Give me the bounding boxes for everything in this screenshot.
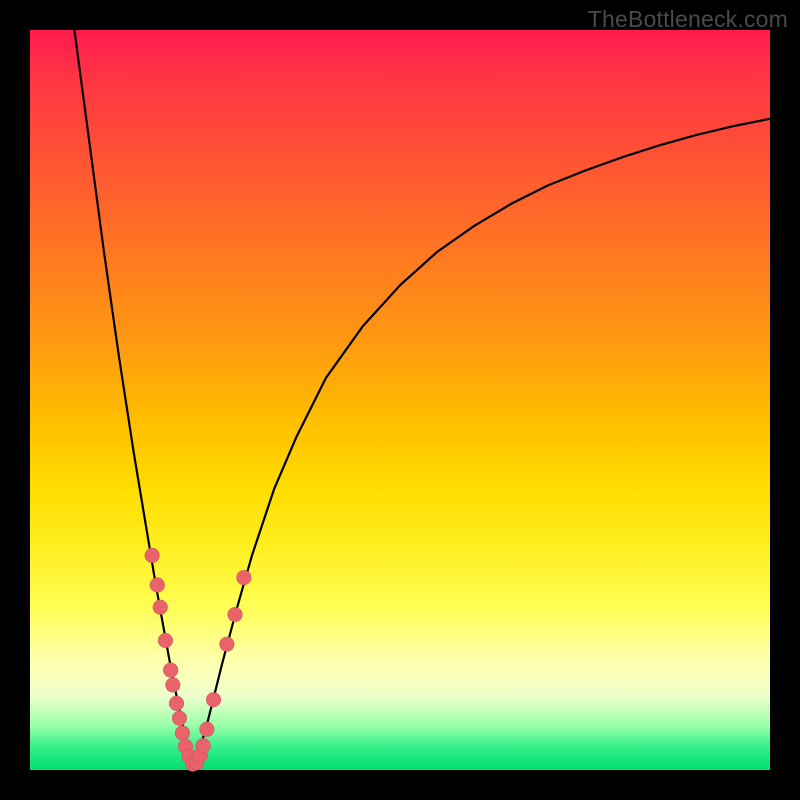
- scatter-dot: [158, 633, 173, 648]
- scatter-dot: [236, 570, 251, 585]
- curve-right-branch: [193, 119, 770, 767]
- chart-svg: [30, 30, 770, 770]
- scatter-dot: [196, 738, 211, 753]
- scatter-dot: [153, 600, 168, 615]
- scatter-dot: [219, 637, 234, 652]
- scatter-dot: [199, 722, 214, 737]
- scatter-dot: [227, 607, 242, 622]
- scatter-dot: [169, 696, 184, 711]
- scatter-dot: [145, 548, 160, 563]
- curve-left-branch: [74, 30, 192, 766]
- watermark-text: TheBottleneck.com: [588, 6, 788, 33]
- scatter-dots: [145, 548, 252, 772]
- scatter-dot: [206, 692, 221, 707]
- scatter-dot: [175, 726, 190, 741]
- scatter-dot: [163, 663, 178, 678]
- scatter-dot: [150, 578, 165, 593]
- scatter-dot: [172, 711, 187, 726]
- scatter-dot: [165, 677, 180, 692]
